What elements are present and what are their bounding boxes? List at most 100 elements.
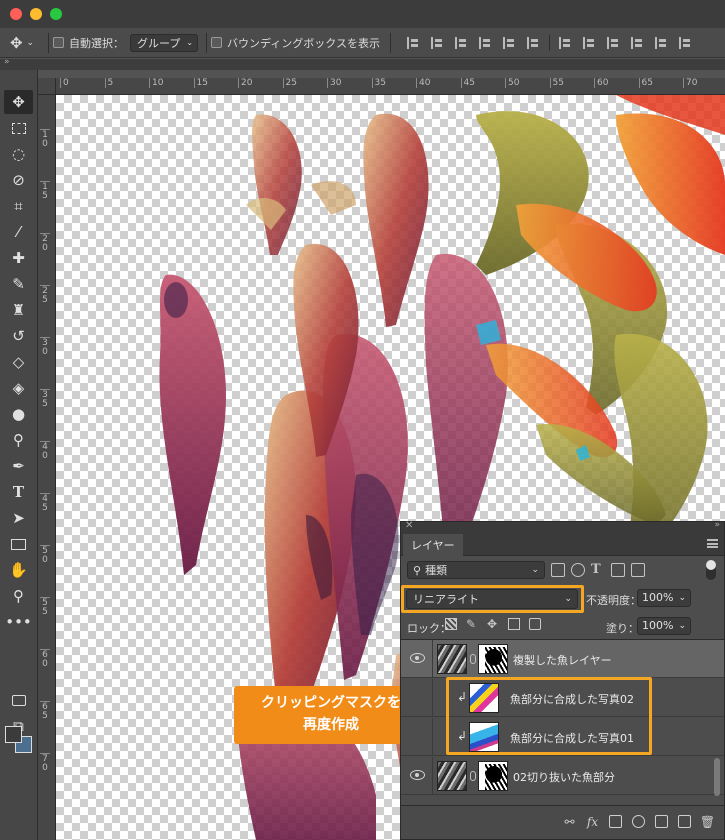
ruler-tick: 45 xyxy=(460,78,475,88)
lock-transparent-icon[interactable] xyxy=(445,618,457,630)
layer-name[interactable]: 複製した魚レイヤー xyxy=(513,652,612,668)
ruler-tick: 65 xyxy=(40,701,50,721)
collapse-panel-icon[interactable]: » xyxy=(714,520,720,530)
filter-toggle[interactable] xyxy=(706,560,716,580)
close-window-button[interactable] xyxy=(10,8,22,20)
align-top-icon[interactable] xyxy=(403,35,424,51)
chevron-down-icon: ⌄ xyxy=(678,593,686,603)
ruler-tick: 15 xyxy=(193,78,208,88)
layer-mask-thumbnail[interactable] xyxy=(478,761,508,791)
fx-icon[interactable]: fx xyxy=(586,815,599,829)
lock-position-icon[interactable]: ✥ xyxy=(487,618,499,630)
eye-icon[interactable] xyxy=(410,770,425,780)
crop-tool-icon[interactable]: ⌗ xyxy=(4,194,33,218)
layers-scrollbar[interactable] xyxy=(714,758,720,796)
shape-filter-icon[interactable] xyxy=(611,563,625,577)
adjustment-layer-icon[interactable] xyxy=(632,815,645,828)
auto-select-dropdown[interactable]: グループ ⌄ xyxy=(130,33,199,52)
layer-name[interactable]: 02切り抜いた魚部分 xyxy=(513,769,615,785)
lock-artboard-icon[interactable] xyxy=(508,618,520,630)
new-layer-icon[interactable] xyxy=(678,815,691,828)
blur-tool-icon[interactable]: ● xyxy=(4,402,33,426)
foreground-color-swatch[interactable] xyxy=(5,726,22,743)
move-tool-icon[interactable]: ✥ xyxy=(4,90,33,114)
distribute-top-icon[interactable] xyxy=(555,35,576,51)
close-panel-icon[interactable]: ✕ xyxy=(405,520,413,531)
paint-bucket-tool-icon[interactable]: ◈ xyxy=(4,376,33,400)
add-mask-icon[interactable] xyxy=(609,815,622,828)
distribute-right-icon[interactable] xyxy=(675,35,696,51)
distribute-vertical-center-icon[interactable] xyxy=(579,35,600,51)
zoom-tool-icon[interactable]: ⚲ xyxy=(4,584,33,608)
type-tool-icon[interactable]: T xyxy=(4,480,33,504)
edit-toolbar-icon[interactable]: ••• xyxy=(4,610,33,634)
tool-preset-picker[interactable]: ✥ ⌄ xyxy=(0,28,44,58)
panel-menu-icon[interactable] xyxy=(707,539,718,548)
pen-tool-icon[interactable]: ✒ xyxy=(4,454,33,478)
layer-row[interactable]: 複製した魚レイヤー xyxy=(401,640,724,678)
ruler-tick: 70 xyxy=(683,78,697,88)
eyedropper-tool-icon[interactable]: ⁄ xyxy=(4,220,33,244)
chevron-down-icon: ⌄ xyxy=(186,38,194,47)
layer-filter-dropdown[interactable]: ⚲ 種類 ⌄ xyxy=(407,561,545,579)
layer-mask-thumbnail[interactable] xyxy=(478,644,508,674)
fill-label: 塗り： xyxy=(606,622,639,635)
folder-icon[interactable] xyxy=(655,815,668,828)
visibility-column xyxy=(401,718,433,755)
history-brush-tool-icon[interactable]: ↺ xyxy=(4,324,33,348)
smart-object-filter-icon[interactable] xyxy=(631,563,645,577)
distribute-bottom-icon[interactable] xyxy=(603,35,624,51)
expand-panels-icon[interactable]: » xyxy=(4,57,10,67)
layer-row[interactable]: 02切り抜いた魚部分 xyxy=(401,757,724,795)
marquee-tool-icon[interactable] xyxy=(4,116,33,140)
quick-mask-icon[interactable] xyxy=(4,688,33,712)
bounding-box-checkbox[interactable] xyxy=(211,37,223,48)
align-bottom-icon[interactable] xyxy=(451,35,472,51)
dodge-tool-icon[interactable]: ⚲ xyxy=(4,428,33,452)
fill-input[interactable]: 100% ⌄ xyxy=(637,617,691,635)
align-vertical-center-icon[interactable] xyxy=(427,35,448,51)
eye-icon[interactable] xyxy=(410,653,425,663)
filter-icons: T xyxy=(551,563,645,577)
bounding-box-label: バウンディングボックスを表示 xyxy=(227,36,380,50)
move-tool-icon: ✥ xyxy=(9,33,23,52)
link-icon[interactable] xyxy=(470,771,476,781)
ruler-tick: 25 xyxy=(40,285,50,305)
lock-image-icon[interactable]: ✎ xyxy=(466,618,478,630)
ruler-tick: 65 xyxy=(638,78,653,88)
ruler-origin[interactable] xyxy=(38,78,56,95)
trash-icon[interactable]: 🗑 xyxy=(700,815,715,829)
tab-layers[interactable]: レイヤー xyxy=(403,534,463,556)
align-left-icon[interactable] xyxy=(475,35,496,51)
healing-brush-tool-icon[interactable]: ✚ xyxy=(4,246,33,270)
distribute-left-icon[interactable] xyxy=(627,35,648,51)
brush-tool-icon[interactable]: ✎ xyxy=(4,272,33,296)
link-icon[interactable] xyxy=(470,654,476,664)
clone-stamp-tool-icon[interactable]: ♜ xyxy=(4,298,33,322)
lasso-tool-icon[interactable]: ◌ xyxy=(4,142,33,166)
blend-row: リニアライト ⌄ 不透明度： 100% ⌄ xyxy=(401,584,724,613)
path-selection-tool-icon[interactable]: ➤ xyxy=(4,506,33,530)
link-layers-icon[interactable]: ⚯ xyxy=(563,815,576,829)
lock-all-icon[interactable] xyxy=(529,618,541,630)
distribute-horizontal-center-icon[interactable] xyxy=(651,35,672,51)
hand-tool-icon[interactable]: ✋ xyxy=(4,558,33,582)
auto-select-checkbox[interactable] xyxy=(53,37,64,48)
eraser-tool-icon[interactable]: ◇ xyxy=(4,350,33,374)
align-horizontal-center-icon[interactable] xyxy=(499,35,520,51)
type-filter-icon[interactable]: T xyxy=(591,563,605,577)
align-buttons xyxy=(403,34,696,51)
filter-kind-label: 種類 xyxy=(425,564,448,577)
ruler-tick: 55 xyxy=(549,78,564,88)
opacity-input[interactable]: 100% ⌄ xyxy=(637,589,691,607)
clipping-layers-highlight xyxy=(446,677,652,755)
rectangle-tool-icon[interactable] xyxy=(4,532,33,556)
adjustment-filter-icon[interactable] xyxy=(571,563,585,577)
align-right-icon[interactable] xyxy=(523,35,544,51)
ruler-tick: 50 xyxy=(40,545,50,565)
panel-footer: ⚯ fx 🗑 xyxy=(401,805,724,839)
pixel-filter-icon[interactable] xyxy=(551,563,565,577)
minimize-window-button[interactable] xyxy=(30,8,42,20)
quick-selection-tool-icon[interactable]: ⊘ xyxy=(4,168,33,192)
zoom-window-button[interactable] xyxy=(50,8,62,20)
